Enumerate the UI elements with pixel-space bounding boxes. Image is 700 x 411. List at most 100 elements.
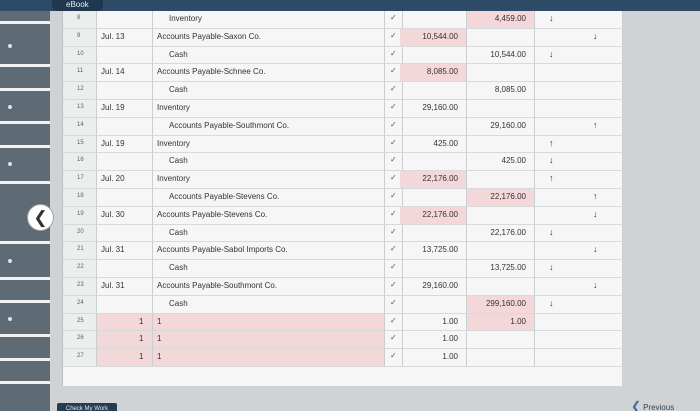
check-my-work-button[interactable]: Check My Work [57,403,117,411]
credit-field[interactable]: 22,176.00 [467,189,535,207]
debit-field[interactable]: 1.00 [400,313,467,332]
date-field[interactable] [97,11,153,29]
row-number-cell: 12 [63,82,97,100]
debit-field[interactable] [400,82,467,100]
credit-field[interactable] [467,349,535,367]
row-number: 20 [77,228,84,235]
checkmark-icon: ✓ [390,173,397,183]
credit-field[interactable] [467,64,535,83]
debit-field[interactable] [400,11,467,29]
debit-field[interactable]: 425.00 [400,135,467,154]
account-field[interactable]: Inventory [153,171,385,189]
row-number: 25 [77,317,84,324]
date-field[interactable]: Jul. 20 [97,171,153,189]
debit-field[interactable] [400,189,467,207]
date-field[interactable]: Jul. 19 [97,100,153,118]
account-field[interactable]: Accounts Payable-Stevens Co. [153,206,385,225]
debit-field[interactable]: 22,176.00 [400,171,467,189]
account-field[interactable]: Inventory [153,135,385,154]
debit-field[interactable]: 13,725.00 [400,242,467,261]
account-field[interactable]: Accounts Payable-Southmont Co. [153,117,385,136]
account-field[interactable]: Cash [153,295,385,314]
credit-field[interactable]: 22,176.00 [467,224,535,243]
debit-field[interactable] [400,117,467,136]
account-field[interactable]: 1 [153,349,385,367]
account-field[interactable]: 1 [153,313,385,332]
account-field[interactable]: Cash [153,153,385,172]
credit-field[interactable] [467,100,535,118]
date-value: Jul. 31 [101,281,125,290]
credit-field[interactable] [467,242,535,261]
debit-field[interactable] [400,46,467,65]
date-field[interactable] [97,153,153,172]
account-field[interactable]: Cash [153,260,385,278]
date-field[interactable]: 1 [97,349,153,367]
credit-field[interactable] [467,135,535,154]
credit-field[interactable]: 4,459.00 [467,11,535,29]
account-field[interactable]: Accounts Payable-Schnee Co. [153,64,385,83]
credit-field[interactable] [467,278,535,296]
debit-field[interactable]: 8,085.00 [400,64,467,83]
trend-arrow-icon: ↑ [593,191,598,201]
date-field[interactable] [97,224,153,243]
credit-field[interactable]: 8,085.00 [467,82,535,100]
trend-arrow-cell: ↓ [535,224,623,243]
credit-field[interactable]: 10,544.00 [467,46,535,65]
account-field[interactable]: Accounts Payable-Southmont Co. [153,278,385,296]
debit-field[interactable]: 22,176.00 [400,206,467,225]
credit-field[interactable] [467,206,535,225]
chevron-left-icon[interactable]: ❮ [27,204,54,231]
date-field[interactable]: Jul. 30 [97,206,153,225]
row-number: 8 [77,15,81,21]
date-field[interactable] [97,82,153,100]
account-field[interactable]: 1 [153,331,385,350]
debit-field[interactable] [400,153,467,172]
table-row: 9 Jul. 13 Accounts Payable-Saxon Co. ✓ 10,54… [63,28,623,47]
credit-field[interactable] [467,331,535,350]
date-field[interactable]: Jul. 31 [97,242,153,261]
date-field[interactable] [97,117,153,136]
date-field[interactable]: Jul. 31 [97,278,153,296]
trend-arrow-icon: ↓ [593,30,598,41]
date-field[interactable] [97,260,153,278]
debit-field[interactable]: 29,160.00 [400,278,467,296]
account-field[interactable]: Inventory [153,100,385,118]
credit-field[interactable] [467,28,535,47]
table-row: 14 Accounts Payable-Southmont Co. ✓ 29,160.… [63,117,623,136]
account-field[interactable]: Cash [153,224,385,243]
date-field[interactable]: 1 [97,313,153,332]
ebook-tab[interactable]: eBook [52,0,103,11]
checkmark-icon: ✓ [390,351,397,361]
previous-button[interactable]: ❮ Previous [631,399,674,411]
date-field[interactable] [97,295,153,314]
debit-field[interactable]: 10,544.00 [400,28,467,47]
debit-field[interactable]: 29,160.00 [400,100,467,118]
account-field[interactable]: Accounts Payable-Sabol Imports Co. [153,242,385,261]
row-number: 10 [77,50,84,57]
account-field[interactable]: Inventory [153,11,385,29]
row-number-cell: 16 [63,153,97,172]
date-field[interactable]: Jul. 19 [97,135,153,154]
credit-field[interactable]: 13,725.00 [467,260,535,278]
debit-field[interactable] [400,260,467,278]
debit-field[interactable] [400,224,467,243]
date-field[interactable]: 1 [97,331,153,350]
debit-field[interactable]: 1.00 [400,331,467,350]
credit-field[interactable]: 425.00 [467,153,535,172]
date-field[interactable] [97,46,153,65]
date-field[interactable]: Jul. 13 [97,28,153,47]
date-field[interactable] [97,189,153,207]
account-field[interactable]: Accounts Payable-Stevens Co. [153,189,385,207]
credit-field[interactable] [467,171,535,189]
trend-arrow-cell: ↓ [535,28,623,47]
account-field[interactable]: Cash [153,46,385,65]
date-field[interactable]: Jul. 14 [97,64,153,83]
table-row: 26 1 1 ✓ 1.00 [63,331,623,350]
debit-field[interactable]: 1.00 [400,349,467,367]
debit-field[interactable] [400,295,467,314]
credit-field[interactable]: 299,160.00 [467,295,535,314]
credit-field[interactable]: 1.00 [467,313,535,332]
credit-field[interactable]: 29,160.00 [467,117,535,136]
account-field[interactable]: Accounts Payable-Saxon Co. [153,28,385,47]
account-field[interactable]: Cash [153,82,385,100]
